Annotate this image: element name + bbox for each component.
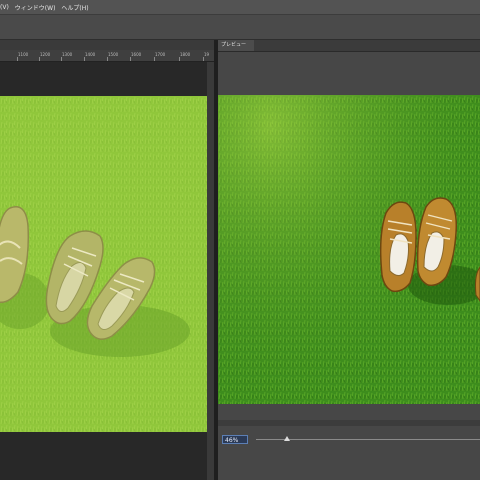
zoom-input[interactable]: 46% [222, 435, 248, 444]
ruler-tick: 1100 [16, 52, 29, 61]
ruler-tick: 1400 [83, 52, 96, 61]
ruler-tick: 1700 [153, 52, 166, 61]
menu-view[interactable]: (V) [0, 4, 15, 11]
ruler-tick: 19 [202, 52, 210, 61]
document-tab-strip [0, 40, 214, 50]
menu-help[interactable]: ヘルプ(H) [61, 3, 94, 12]
ruler-tick: 1300 [60, 52, 73, 61]
zoom-controls: 46% [218, 430, 480, 480]
natural-grass-photo [218, 95, 480, 404]
options-bar [0, 15, 480, 40]
preview-tab-bar: プレビュー [218, 40, 480, 52]
tinted-grass-photo [0, 96, 207, 432]
ruler-tick: 1600 [129, 52, 142, 61]
horizontal-scrollbar[interactable] [218, 420, 480, 426]
menu-window[interactable]: ウィンドウ(W) [15, 3, 62, 12]
document-canvas[interactable] [0, 96, 207, 432]
pasteboard-area [0, 432, 207, 480]
ruler-tick: 1800 [178, 52, 191, 61]
tab-preview[interactable]: プレビュー [218, 40, 255, 51]
menu-bar: (V) ウィンドウ(W) ヘルプ(H) [0, 0, 480, 15]
ruler-tick: 1500 [106, 52, 119, 61]
ruler-tick: 1200 [38, 52, 51, 61]
zoom-slider-thumb[interactable] [284, 436, 290, 441]
horizontal-ruler: 1100 1200 1300 1400 1500 1600 1700 1800 … [0, 50, 214, 62]
vertical-scrollbar[interactable] [207, 62, 214, 480]
preview-panel: プレビュー 46% [218, 40, 480, 480]
document-panel: 1100 1200 1300 1400 1500 1600 1700 1800 … [0, 40, 214, 480]
boot-a [379, 201, 417, 293]
preview-canvas[interactable] [218, 95, 480, 404]
